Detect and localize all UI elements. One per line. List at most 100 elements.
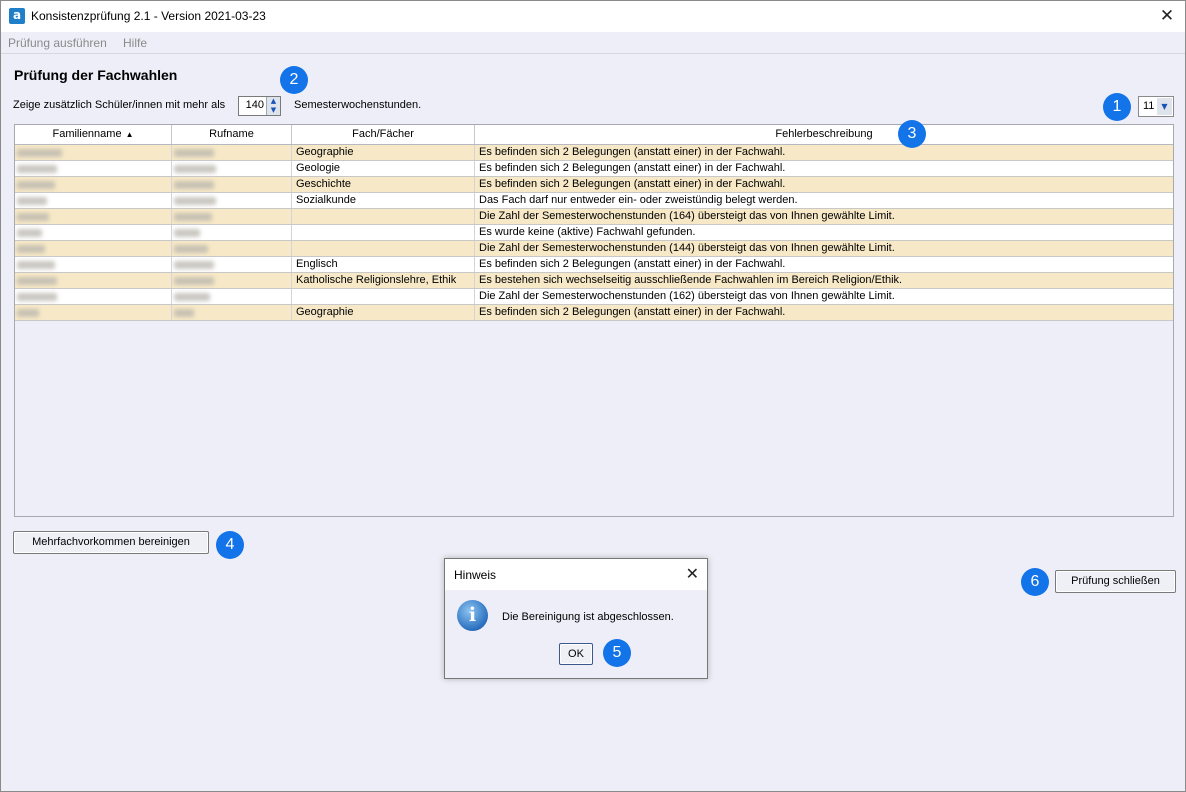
cell-rufname[interactable] <box>172 193 292 208</box>
column-header-fach[interactable]: Fach/Fächer <box>292 125 475 144</box>
menu-hilfe[interactable]: Hilfe <box>123 36 147 50</box>
redacted-name <box>17 165 57 173</box>
count-select[interactable]: 11 ▼ <box>1138 96 1174 117</box>
table-row[interactable]: Geologie Es befinden sich 2 Belegungen (a… <box>15 161 1173 177</box>
filter-suffix: Semesterwochenstunden. <box>294 99 422 111</box>
cell-fach[interactable]: Englisch <box>292 257 475 272</box>
cell-familienname[interactable] <box>15 225 172 240</box>
dialog-title-bar: Hinweis ✕ <box>445 559 707 590</box>
dialog-ok-button[interactable]: OK <box>559 643 593 665</box>
hours-spinner-value[interactable]: 140 <box>246 99 264 111</box>
redacted-name <box>174 197 216 205</box>
cell-fehlerbeschreibung[interactable]: Es befinden sich 2 Belegungen (anstatt e… <box>475 257 1173 272</box>
column-header-familienname[interactable]: Familienname ▲ <box>15 125 172 144</box>
table-row[interactable]: Geographie Es befinden sich 2 Belegungen … <box>15 305 1173 321</box>
menu-pruefung-ausfuehren[interactable]: Prüfung ausführen <box>8 36 107 50</box>
cell-fach[interactable] <box>292 241 475 256</box>
cell-fach[interactable]: Sozialkunde <box>292 193 475 208</box>
cell-fach[interactable]: Geographie <box>292 145 475 160</box>
cell-rufname[interactable] <box>172 289 292 304</box>
cell-rufname[interactable] <box>172 161 292 176</box>
cell-fach[interactable]: Katholische Religionslehre, Ethik <box>292 273 475 288</box>
cell-familienname[interactable] <box>15 161 172 176</box>
close-check-button[interactable]: Prüfung schließen <box>1055 570 1176 593</box>
spinner-up-icon[interactable]: ▲ <box>266 97 280 106</box>
cell-rufname[interactable] <box>172 225 292 240</box>
redacted-name <box>174 181 214 189</box>
redacted-name <box>17 149 62 157</box>
redacted-name <box>174 309 194 317</box>
table-row[interactable]: Katholische Religionslehre, Ethik Es best… <box>15 273 1173 289</box>
dialog-message: Die Bereinigung ist abgeschlossen. <box>502 611 674 623</box>
cell-familienname[interactable] <box>15 305 172 320</box>
cell-familienname[interactable] <box>15 289 172 304</box>
window-close-icon[interactable]: ✕ <box>1157 6 1177 26</box>
redacted-name <box>174 293 210 301</box>
cell-fach[interactable]: Geographie <box>292 305 475 320</box>
cell-fehlerbeschreibung[interactable]: Die Zahl der Semesterwochenstunden (164)… <box>475 209 1173 224</box>
cell-familienname[interactable] <box>15 177 172 192</box>
cell-rufname[interactable] <box>172 145 292 160</box>
dialog-close-icon[interactable]: ✕ <box>686 564 699 583</box>
count-select-value[interactable]: 11 <box>1143 100 1154 112</box>
sort-ascending-icon: ▲ <box>125 130 134 139</box>
cell-fehlerbeschreibung[interactable]: Es wurde keine (aktive) Fachwahl gefunde… <box>475 225 1173 240</box>
table-row[interactable]: Die Zahl der Semesterwochenstunden (144)… <box>15 241 1173 257</box>
cell-familienname[interactable] <box>15 241 172 256</box>
cell-fehlerbeschreibung[interactable]: Es befinden sich 2 Belegungen (anstatt e… <box>475 305 1173 320</box>
results-table: Familienname ▲ Rufname Fach/Fächer Fehler… <box>14 124 1174 517</box>
spinner-down-icon[interactable]: ▼ <box>266 106 280 115</box>
cell-fehlerbeschreibung[interactable]: Das Fach darf nur entweder ein- oder zwe… <box>475 193 1173 208</box>
cell-rufname[interactable] <box>172 305 292 320</box>
cell-rufname[interactable] <box>172 177 292 192</box>
window-title: Konsistenzprüfung 2.1 - Version 2021-03-… <box>31 9 266 23</box>
redacted-name <box>17 245 45 253</box>
redacted-name <box>174 277 214 285</box>
redacted-name <box>17 261 55 269</box>
redacted-name <box>174 229 200 237</box>
cell-fehlerbeschreibung[interactable]: Es bestehen sich wechselseitig ausschlie… <box>475 273 1173 288</box>
callout-badge-3: 3 <box>898 120 926 148</box>
cell-rufname[interactable] <box>172 241 292 256</box>
column-header-rufname[interactable]: Rufname <box>172 125 292 144</box>
cell-rufname[interactable] <box>172 273 292 288</box>
cell-fach[interactable]: Geschichte <box>292 177 475 192</box>
cell-fehlerbeschreibung[interactable]: Es befinden sich 2 Belegungen (anstatt e… <box>475 145 1173 160</box>
cell-familienname[interactable] <box>15 193 172 208</box>
redacted-name <box>17 229 42 237</box>
cell-fach[interactable] <box>292 225 475 240</box>
cell-fach[interactable] <box>292 289 475 304</box>
redacted-name <box>17 293 57 301</box>
chevron-down-icon[interactable]: ▼ <box>1157 98 1172 115</box>
cell-fehlerbeschreibung[interactable]: Es befinden sich 2 Belegungen (anstatt e… <box>475 177 1173 192</box>
page-title: Prüfung der Fachwahlen <box>14 67 178 83</box>
table-row[interactable]: Geographie Es befinden sich 2 Belegungen … <box>15 145 1173 161</box>
table-row[interactable]: Geschichte Es befinden sich 2 Belegungen … <box>15 177 1173 193</box>
redacted-name <box>17 309 39 317</box>
callout-badge-2: 2 <box>280 66 308 94</box>
table-row[interactable]: Die Zahl der Semesterwochenstunden (164)… <box>15 209 1173 225</box>
cell-rufname[interactable] <box>172 257 292 272</box>
callout-badge-1: 1 <box>1103 93 1131 121</box>
table-row[interactable]: Sozialkunde Das Fach darf nur entweder ei… <box>15 193 1173 209</box>
table-row[interactable]: Es wurde keine (aktive) Fachwahl gefunde… <box>15 225 1173 241</box>
cell-fach[interactable] <box>292 209 475 224</box>
cell-fehlerbeschreibung[interactable]: Die Zahl der Semesterwochenstunden (162)… <box>475 289 1173 304</box>
table-row[interactable]: Englisch Es befinden sich 2 Belegungen (a… <box>15 257 1173 273</box>
cell-fehlerbeschreibung[interactable]: Die Zahl der Semesterwochenstunden (144)… <box>475 241 1173 256</box>
info-dialog: Hinweis ✕ i Die Bereinigung ist abgeschl… <box>444 558 708 679</box>
callout-badge-4: 4 <box>216 531 244 559</box>
cell-familienname[interactable] <box>15 257 172 272</box>
cell-familienname[interactable] <box>15 273 172 288</box>
cleanup-duplicates-button[interactable]: Mehrfachvorkommen bereinigen <box>13 531 209 554</box>
column-header-fehlerbeschreibung[interactable]: Fehlerbeschreibung <box>475 125 1173 144</box>
table-row[interactable]: Die Zahl der Semesterwochenstunden (162)… <box>15 289 1173 305</box>
cell-familienname[interactable] <box>15 209 172 224</box>
cell-familienname[interactable] <box>15 145 172 160</box>
app-logo-icon: a <box>9 8 25 24</box>
cell-rufname[interactable] <box>172 209 292 224</box>
cell-fehlerbeschreibung[interactable]: Es befinden sich 2 Belegungen (anstatt e… <box>475 161 1173 176</box>
hours-spinner[interactable]: 140 ▲ ▼ <box>238 96 281 116</box>
redacted-name <box>174 213 212 221</box>
cell-fach[interactable]: Geologie <box>292 161 475 176</box>
